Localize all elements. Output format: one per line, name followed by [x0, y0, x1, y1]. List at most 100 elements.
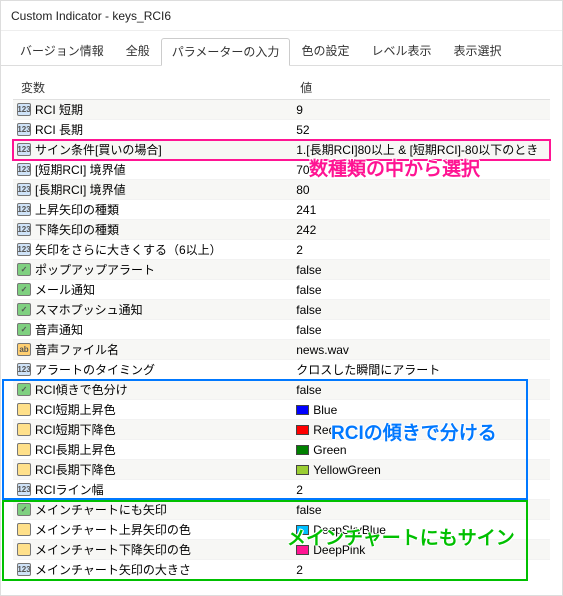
type-icon: 123: [17, 203, 31, 216]
param-name: アラートのタイミング: [35, 361, 155, 378]
table-row[interactable]: ✓RCI傾きで色分けfalse: [13, 380, 550, 400]
table-row[interactable]: 123メインチャート矢印の大きさ2: [13, 560, 550, 580]
table-row[interactable]: メインチャート下降矢印の色 DeepPink: [13, 540, 550, 560]
param-value[interactable]: false: [296, 383, 321, 397]
param-value[interactable]: DeepPink: [313, 543, 365, 557]
param-value[interactable]: クロスした瞬間にアラート: [296, 361, 440, 378]
table-row[interactable]: ✓メール通知false: [13, 280, 550, 300]
param-value[interactable]: false: [296, 303, 321, 317]
tab-version[interactable]: バージョン情報: [9, 37, 115, 65]
param-name: RCI 長期: [35, 121, 83, 138]
table-row[interactable]: 123RCI 長期52: [13, 120, 550, 140]
param-name: スマホプッシュ通知: [35, 301, 143, 318]
window-title: Custom Indicator - keys_RCI6: [11, 9, 171, 23]
table-row[interactable]: 123矢印をさらに大きくする（6以上）2: [13, 240, 550, 260]
param-value[interactable]: 1.[長期RCI]80以上 & [短期RCI]-80以下のとき: [296, 141, 538, 158]
param-value[interactable]: false: [296, 503, 321, 517]
param-value[interactable]: 2: [296, 243, 303, 257]
param-value[interactable]: Blue: [313, 403, 337, 417]
table-row[interactable]: 123 [短期RCI] 境界値 70: [13, 160, 550, 180]
col-value: 値: [292, 76, 550, 100]
type-icon: [17, 543, 31, 556]
param-name: ポップアップアラート: [35, 261, 155, 278]
param-value[interactable]: 242: [296, 223, 316, 237]
tab-general[interactable]: 全般: [115, 37, 161, 65]
param-name: 音声通知: [35, 321, 83, 338]
param-name: RCI長期下降色: [35, 461, 116, 478]
table-row[interactable]: ✓ 音声通知 false: [13, 320, 550, 340]
param-value[interactable]: news.wav: [296, 343, 349, 357]
table-row[interactable]: ✓ ポップアップアラート false: [13, 260, 550, 280]
table-row[interactable]: RCI短期上昇色Blue: [13, 400, 550, 420]
param-name: 音声ファイル名: [35, 341, 119, 358]
table-row[interactable]: RCI短期下降色 Red: [13, 420, 550, 440]
table-row[interactable]: 123 サイン条件[買いの場合] 1.[長期RCI]80以上 & [短期RCI]-8…: [13, 140, 550, 160]
type-icon: ✓: [17, 323, 31, 336]
param-value[interactable]: 70: [296, 163, 309, 177]
table-row[interactable]: 123 下降矢印の種類 242: [13, 220, 550, 240]
type-icon: 123: [17, 223, 31, 236]
type-icon: 123: [17, 563, 31, 576]
param-value[interactable]: 80: [296, 183, 309, 197]
table-row[interactable]: RCI長期上昇色Green: [13, 440, 550, 460]
table-row[interactable]: RCI長期下降色 YellowGreen: [13, 460, 550, 480]
type-icon: ✓: [17, 503, 31, 516]
param-value[interactable]: DeepSkyBlue: [313, 523, 386, 537]
color-swatch: [296, 405, 309, 415]
param-name: 上昇矢印の種類: [35, 201, 119, 218]
type-icon: ✓: [17, 303, 31, 316]
color-swatch: [296, 425, 309, 435]
type-icon: [17, 423, 31, 436]
type-icon: ✓: [17, 383, 31, 396]
param-value[interactable]: 52: [296, 123, 309, 137]
tab-display[interactable]: 表示選択: [442, 37, 512, 65]
content: 変数 値 123 RCI 短期 9 123 RCI 長期 52 123 サイン条件[買いの場合…: [1, 66, 562, 590]
param-name: RCI短期下降色: [35, 421, 116, 438]
param-value[interactable]: 2: [296, 483, 303, 497]
tab-levels[interactable]: レベル表示: [360, 37, 442, 65]
param-name: メール通知: [35, 281, 95, 298]
param-value[interactable]: false: [296, 323, 321, 337]
type-icon: 123: [17, 163, 31, 176]
table-row[interactable]: 123 RCI 短期 9: [13, 100, 550, 120]
tab-colors[interactable]: 色の設定: [290, 37, 360, 65]
table-row[interactable]: 123[長期RCI] 境界値80: [13, 180, 550, 200]
param-value[interactable]: 2: [296, 563, 303, 577]
table-row[interactable]: ✓ メインチャートにも矢印 false: [13, 500, 550, 520]
col-name: 変数: [13, 76, 292, 100]
param-value[interactable]: false: [296, 263, 321, 277]
tab-parameters[interactable]: パラメーターの入力: [161, 38, 291, 66]
param-name: メインチャート上昇矢印の色: [35, 521, 191, 538]
type-icon: 123: [17, 483, 31, 496]
type-icon: ✓: [17, 263, 31, 276]
table-row[interactable]: 123 アラートのタイミング クロスした瞬間にアラート: [13, 360, 550, 380]
param-value[interactable]: Green: [313, 443, 346, 457]
param-name: メインチャート下降矢印の色: [35, 541, 191, 558]
param-value[interactable]: false: [296, 283, 321, 297]
param-value[interactable]: YellowGreen: [313, 463, 381, 477]
table-row[interactable]: 123 RCIライン幅 2: [13, 480, 550, 500]
param-name: [短期RCI] 境界値: [35, 161, 126, 178]
param-value[interactable]: Red: [313, 423, 335, 437]
param-name: 下降矢印の種類: [35, 221, 119, 238]
color-swatch: [296, 525, 309, 535]
param-name: サイン条件[買いの場合]: [35, 141, 162, 158]
param-name: メインチャートにも矢印: [35, 501, 167, 518]
param-value[interactable]: 241: [296, 203, 316, 217]
param-value[interactable]: 9: [296, 103, 303, 117]
type-icon: 123: [17, 243, 31, 256]
type-icon: [17, 403, 31, 416]
type-icon: 123: [17, 363, 31, 376]
type-icon: 123: [17, 143, 31, 156]
color-swatch: [296, 545, 309, 555]
table-row[interactable]: ✓ スマホプッシュ通知 false: [13, 300, 550, 320]
param-name: RCI 短期: [35, 101, 83, 118]
type-icon: 123: [17, 183, 31, 196]
table-row[interactable]: ab音声ファイル名news.wav: [13, 340, 550, 360]
type-icon: 123: [17, 103, 31, 116]
titlebar: Custom Indicator - keys_RCI6: [1, 1, 562, 31]
param-name: RCIライン幅: [35, 481, 104, 498]
table-row[interactable]: メインチャート上昇矢印の色 DeepSkyBlue: [13, 520, 550, 540]
table-row[interactable]: 123 上昇矢印の種類 241: [13, 200, 550, 220]
color-swatch: [296, 465, 309, 475]
